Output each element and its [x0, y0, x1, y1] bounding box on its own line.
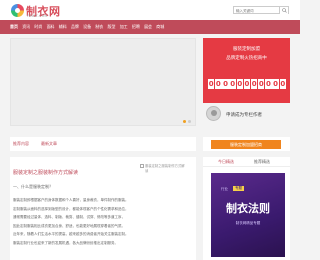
site-header: 制衣网 FINSZ.COM: [0, 0, 300, 20]
excerpt-line: 近年来，随着人们生活水平的提高，越来越多的消费者开始关注服装定制。: [13, 232, 129, 236]
ad-headline: 服装定制加盟: [233, 47, 260, 52]
tab-latest[interactable]: 最新文章: [41, 141, 57, 147]
nav-item-mall[interactable]: 商城: [156, 20, 164, 34]
broken-image-icon: [140, 164, 144, 168]
slider-dot[interactable]: [188, 120, 191, 123]
ad-subline: 品牌定制火热招商中: [226, 56, 267, 61]
site-logo[interactable]: 制衣网 FINSZ.COM: [11, 3, 69, 18]
excerpt-line: 通常需要经过量体、选料、制版、裁剪、缝制、试穿、修改等多道工序，: [13, 215, 125, 219]
nav-item-equipment[interactable]: 设备: [83, 20, 91, 34]
slider-dots: [183, 120, 193, 123]
ad-counter-digit: 0: [236, 79, 244, 89]
article-excerpt: 服装定制即根据客户的身体数据和个人喜好，量身裁衣，单件制作的服装。 定制服装从面…: [13, 196, 189, 247]
ad-counter: 0 0 0 0 0 0 0 0 0 0 0: [208, 79, 286, 89]
article-card: 服装定制之服装制作方式解读 一、什么是服装定制？ 服装定制之服装制作方式解读 服…: [10, 157, 196, 260]
card-caption: 制衣网精品专题: [235, 221, 261, 225]
search-input[interactable]: [234, 7, 279, 14]
recommend-panel: 今日精选 推荐精选 行业 专题 制衣法则 制衣网精品专题: [203, 157, 290, 260]
thumbnail-alt-text: 服装定制之服装制作方式解读: [145, 164, 185, 173]
franchise-ad[interactable]: 服装定制加盟 品牌定制火热招商中 0 0 0 0 0 0 0 0 0 0 0: [203, 38, 290, 103]
search-button[interactable]: [279, 7, 288, 14]
search-icon: [282, 8, 287, 13]
content-tabs: 推荐内容 最新文章: [10, 137, 196, 151]
ad-counter-digit: 0: [229, 79, 236, 89]
article-thumbnail[interactable]: 服装定制之服装制作方式解读: [140, 164, 188, 184]
ad-counter-digit: 0: [265, 79, 272, 89]
ad-counter-digit: 0: [279, 79, 286, 89]
search-box: [233, 6, 289, 14]
ad-counter-digit: 0: [208, 79, 215, 89]
excerpt-line: 服装定制即根据客户的身体数据和个人喜好，量身裁衣，单件制作的服装。: [13, 198, 129, 202]
recommend-tabs: 今日精选 推荐精选: [203, 157, 290, 167]
article-title[interactable]: 服装定制之服装制作方式解读: [13, 169, 78, 176]
tab-recommended-picks[interactable]: 推荐精选: [254, 159, 270, 165]
author-apply[interactable]: 申请成为专栏作者: [203, 104, 290, 124]
featured-topic-card[interactable]: 行业 专题 制衣法则 制衣网精品专题: [211, 173, 285, 257]
nav-item-expo[interactable]: 展会: [144, 20, 152, 34]
nav-item-processing[interactable]: 加工: [120, 20, 128, 34]
article-subtitle: 一、什么是服装定制？: [13, 184, 53, 189]
franchise-button[interactable]: 服装定制加盟招商: [211, 140, 281, 149]
nav-item-garment[interactable]: 制衣: [95, 20, 103, 34]
excerpt-line: 服装定制行业也迎来了新的发展机遇，各大品牌纷纷推出定制服务。: [13, 240, 118, 245]
card-tag-badge: 专题: [233, 186, 244, 191]
card-title: 制衣法则: [226, 202, 270, 215]
ad-counter-digit: 0: [215, 79, 222, 89]
author-apply-text: 申请成为专栏作者: [226, 113, 262, 118]
excerpt-line: 定制服装从面料的选择到版型的设计，都能体现客户的个性化需求和品位，: [13, 206, 129, 211]
ad-counter-digit: 0: [272, 79, 279, 89]
nav-item-brand[interactable]: 品牌: [71, 20, 79, 34]
nav-item-accessories[interactable]: 辅料: [59, 20, 67, 34]
ad-counter-digit: 0: [222, 79, 229, 89]
tab-today-picks[interactable]: 今日精选: [218, 159, 234, 165]
main-nav: 首页 资讯 时尚 面料 辅料 品牌 设备 制衣 版型 加工 招聘 展会 商城: [0, 20, 300, 34]
nav-item-news[interactable]: 资讯: [22, 20, 30, 34]
logo-icon: [11, 4, 24, 17]
ad-counter-digit: 0: [250, 79, 258, 89]
nav-item-pattern[interactable]: 版型: [108, 20, 116, 34]
avatar: [206, 106, 221, 121]
nav-item-fabric[interactable]: 面料: [47, 20, 55, 34]
card-category: 行业: [221, 187, 228, 191]
banner-slider[interactable]: [10, 38, 196, 126]
ad-counter-digit: 0: [243, 79, 251, 89]
nav-item-jobs[interactable]: 招聘: [132, 20, 140, 34]
excerpt-line: 因此定制服装相比成衣更加合身、舒适，也能更好地展现穿着者的气质。: [13, 223, 125, 228]
logo-domain: FINSZ.COM: [27, 14, 48, 18]
nav-item-fashion[interactable]: 时尚: [34, 20, 42, 34]
franchise-button-panel: 服装定制加盟招商: [203, 137, 290, 151]
tab-recommended[interactable]: 推荐内容: [13, 141, 29, 147]
nav-item-home[interactable]: 首页: [10, 20, 18, 34]
slider-dot[interactable]: [183, 120, 186, 123]
ad-counter-digit: 0: [258, 79, 265, 89]
